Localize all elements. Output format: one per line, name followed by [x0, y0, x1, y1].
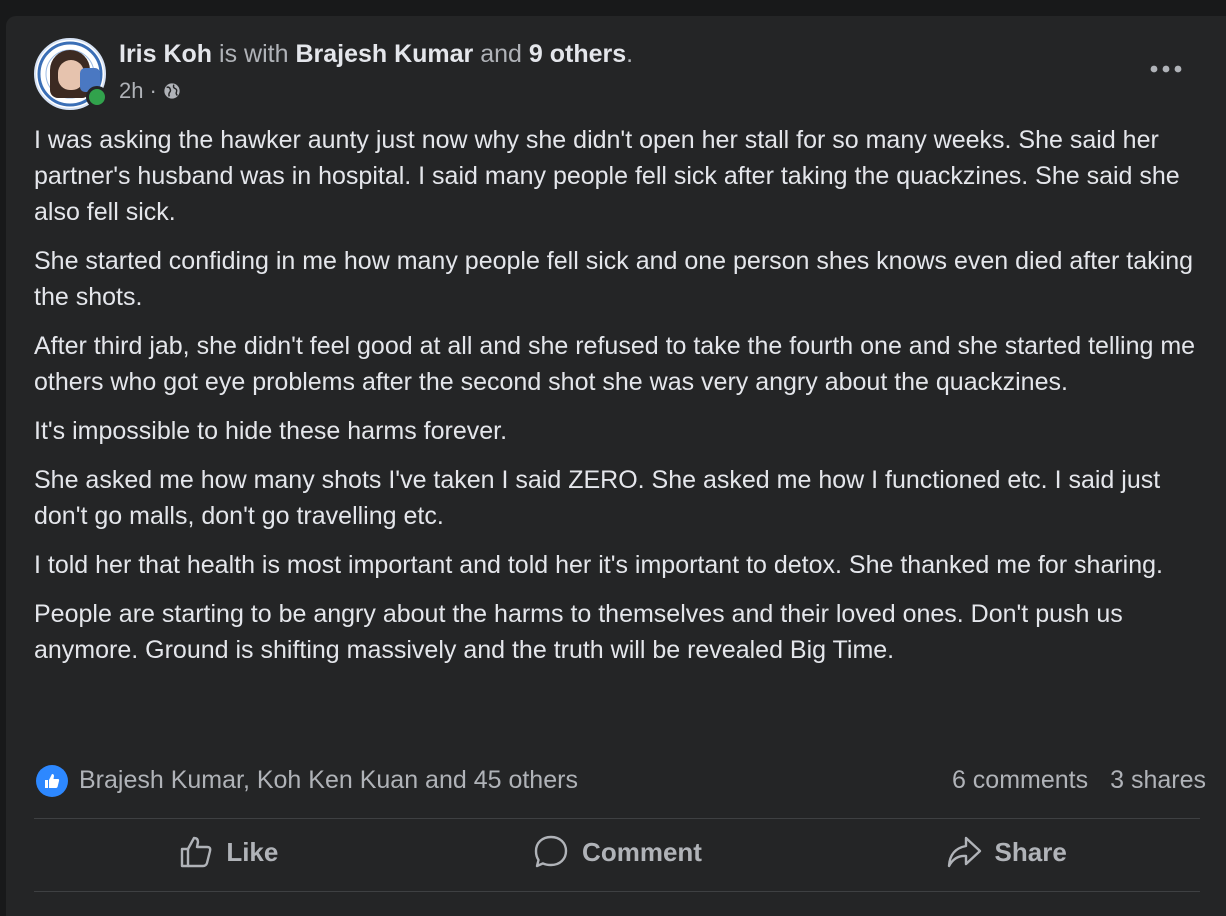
like-reaction-icon[interactable] [36, 765, 68, 797]
reactions-bar: Brajesh Kumar, Koh Ken Kuan and 45 other… [34, 761, 1206, 801]
author-name[interactable]: Iris Koh [119, 40, 212, 68]
post-author-line: Iris Koh is with Brajesh Kumar and 9 oth… [119, 40, 633, 69]
post-body: I was asking the hawker aunty just now w… [34, 122, 1214, 681]
post-paragraph: People are starting to be angry about th… [34, 600, 1123, 664]
comment-icon [534, 835, 568, 868]
post-paragraph: I told her that health is most important… [34, 551, 1163, 579]
post-paragraph: After third jab, she didn't feel good at… [34, 332, 1196, 396]
globe-icon[interactable] [163, 82, 181, 100]
and-text: and [473, 40, 529, 68]
post-paragraph: It's impossible to hide these harms fore… [34, 417, 508, 445]
share-icon [947, 836, 981, 868]
post-paragraph: I was asking the hawker aunty just now w… [34, 126, 1180, 226]
post-paragraph: She started confiding in me how many peo… [34, 247, 1194, 311]
divider-bottom [34, 891, 1200, 892]
tagged-person[interactable]: Brajesh Kumar [295, 40, 473, 68]
post-paragraph: She asked me how many shots I've taken I… [34, 466, 1161, 530]
like-button[interactable]: Like [34, 819, 423, 885]
meta-separator: · [149, 78, 157, 103]
shares-count[interactable]: 3 shares [1110, 766, 1206, 795]
comment-button[interactable]: Comment [423, 819, 812, 885]
period-text: . [626, 40, 634, 68]
post-card: Iris Koh is with Brajesh Kumar and 9 oth… [6, 16, 1226, 916]
comment-label: Comment [582, 836, 702, 867]
like-icon [181, 836, 212, 868]
comments-count[interactable]: 6 comments [952, 766, 1088, 795]
more-horizontal-icon [1150, 65, 1182, 73]
more-options-button[interactable] [1144, 52, 1188, 86]
tagged-others[interactable]: 9 others [529, 40, 626, 68]
share-button[interactable]: Share [811, 819, 1200, 885]
engagement-counts: 6 comments 3 shares [952, 766, 1206, 795]
with-text: is with [212, 40, 296, 68]
share-label: Share [994, 836, 1067, 867]
like-label: Like [226, 836, 279, 867]
reaction-names[interactable]: Brajesh Kumar, Koh Ken Kuan and 45 other… [79, 766, 578, 795]
post-timestamp[interactable]: 2h [119, 78, 143, 104]
post-header: Iris Koh is with Brajesh Kumar and 9 oth… [6, 16, 1226, 116]
thumbs-up-icon [45, 774, 60, 788]
post-meta: 2h · [119, 78, 181, 104]
post-actions: Like Comment Share [34, 819, 1200, 885]
online-status-dot [86, 86, 108, 108]
